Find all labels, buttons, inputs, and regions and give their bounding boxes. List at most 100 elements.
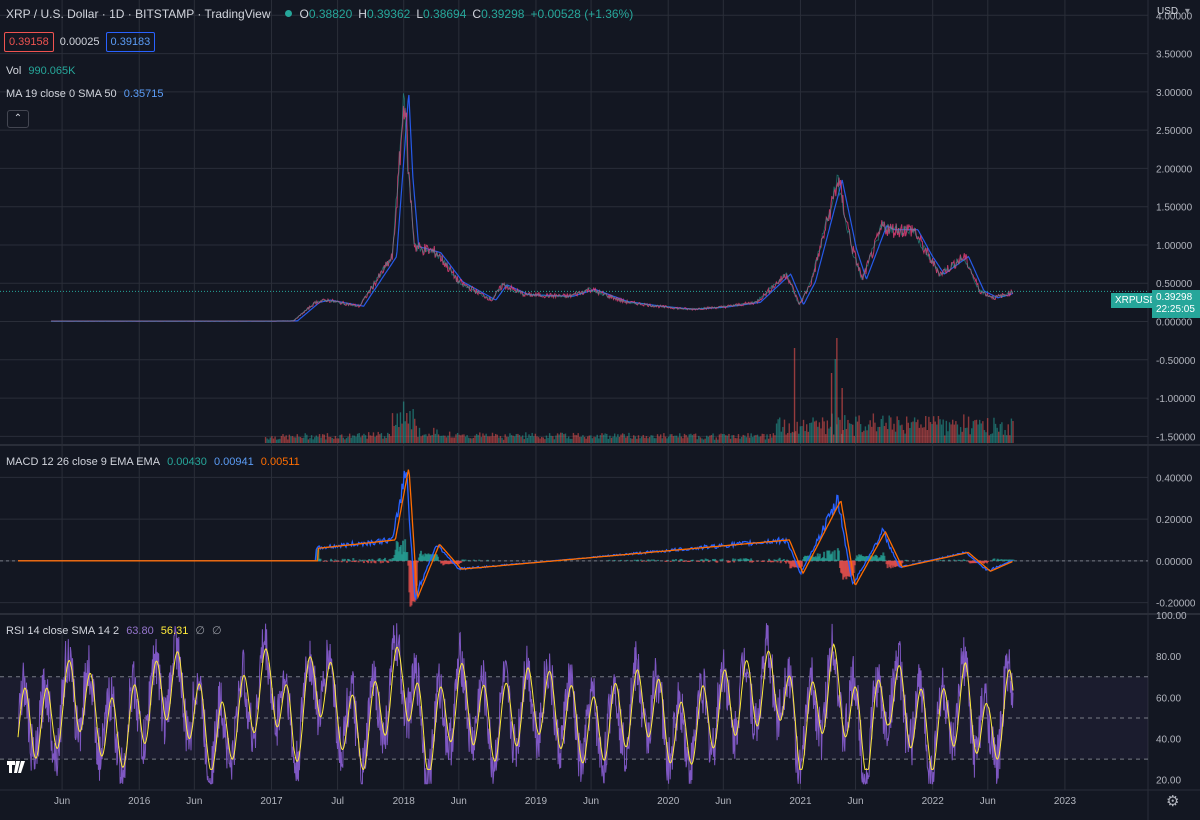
macd-histogram-bar (905, 559, 908, 561)
volume-bar (675, 435, 678, 443)
volume-bar (864, 426, 867, 443)
volume-legend[interactable]: Vol 990.065K (6, 64, 79, 78)
volume-bar (699, 437, 702, 443)
price-series-line[interactable] (51, 105, 1014, 322)
rsi-tick-label: 60.00 (1156, 693, 1181, 704)
volume-bar (658, 436, 660, 443)
volume-bar (956, 424, 959, 443)
macd-histogram-bar (987, 560, 990, 562)
sell-button[interactable]: 0.39158 (4, 32, 54, 52)
tradingview-logo-icon[interactable] (6, 758, 28, 776)
macd-histogram-bar (436, 556, 439, 561)
volume-bar (782, 426, 784, 443)
volume-bar (479, 432, 481, 443)
volume-bar (377, 431, 379, 443)
macd-histogram-bar (361, 559, 364, 561)
volume-bar (771, 437, 773, 443)
volume-bar (482, 433, 484, 443)
volume-bar (452, 437, 454, 443)
currency-label[interactable]: USD ▾ (1157, 5, 1194, 19)
rsi-label: RSI 14 close SMA 14 2 (6, 625, 120, 637)
volume-bar (544, 439, 546, 443)
volume-bar (471, 438, 473, 443)
price-tick-label: 3.50000 (1156, 50, 1193, 61)
ma-legend[interactable]: MA 19 close 0 SMA 50 0.35715 (6, 87, 168, 101)
volume-bar (963, 414, 965, 443)
volume-bar (533, 436, 535, 443)
volume-bar (931, 424, 933, 443)
volume-bar (360, 437, 362, 443)
macd-histogram-bar (772, 560, 775, 563)
volume-bar (596, 434, 598, 443)
time-tick-label: 2022 (922, 796, 945, 807)
volume-bar (579, 436, 581, 443)
macd-histogram-bar (947, 559, 950, 561)
volume-bar (890, 417, 892, 443)
volume-bar (693, 434, 695, 443)
volume-bar (350, 437, 352, 443)
price-tick-label: 3.00000 (1156, 88, 1193, 99)
volume-bar (564, 433, 567, 443)
macd-histogram-bar (752, 560, 755, 563)
volume-bar (448, 431, 451, 443)
volume-bar (832, 434, 835, 443)
macd-histogram-bar (674, 559, 677, 561)
time-tick-label: 2016 (128, 796, 151, 807)
volume-bar (423, 434, 425, 443)
macd-histogram-bar (939, 559, 942, 561)
volume-bar (974, 420, 976, 443)
volume-bar (820, 428, 822, 443)
macd-histogram-bar (747, 559, 750, 561)
volume-bar (304, 433, 306, 443)
volume-bar (845, 428, 848, 443)
volume-bar (591, 438, 594, 443)
volume-bar (817, 426, 819, 443)
volume-bar (945, 420, 948, 443)
symbol-title[interactable]: XRP / U.S. Dollar · 1D · BITSTAMP · Trad… (6, 7, 271, 21)
macd-histogram-bar (352, 558, 355, 561)
volume-bar (852, 424, 854, 443)
volume-bar (345, 438, 348, 443)
rsi-tick-label: 100.00 (1156, 611, 1187, 622)
settings-gear-icon[interactable]: ⚙ (1166, 792, 1179, 810)
volume-bar (953, 424, 955, 443)
volume-bar (593, 436, 595, 443)
volume-bar (594, 437, 597, 443)
volume-bar (850, 423, 852, 443)
volume-bar (801, 426, 803, 443)
macd-histogram-bar (354, 560, 357, 563)
macd-legend[interactable]: MACD 12 26 close 9 EMA EMA 0.00430 0.009… (6, 455, 304, 469)
volume-bar (764, 439, 767, 443)
macd-line[interactable] (18, 470, 1013, 602)
volume-bar (688, 434, 690, 443)
volume-bar (463, 434, 465, 443)
volume-value: 990.065K (28, 65, 76, 77)
volume-bar (364, 435, 367, 443)
macd-label: MACD 12 26 close 9 EMA EMA (6, 456, 161, 468)
chart-canvas[interactable]: Jun 2016 Jun 2017 Jul 2018 Jun 2019 Jun 2020 Jun 20… (0, 0, 1200, 820)
buy-button[interactable]: 0.39183 (105, 32, 156, 52)
volume-bar (796, 421, 798, 443)
volume-bar (696, 439, 698, 443)
volume-bar (804, 431, 806, 443)
volume-bar (434, 433, 437, 443)
volume-bar (325, 439, 327, 443)
rsi-legend[interactable]: RSI 14 close SMA 14 2 63.80 56.31 ∅ ∅ (6, 624, 226, 638)
volume-bar (553, 439, 556, 443)
volume-bar (288, 434, 291, 443)
volume-bar (401, 423, 403, 443)
volume-bar (828, 428, 830, 443)
volume-bar (404, 421, 406, 443)
volume-bar (555, 435, 557, 443)
volume-bar (867, 424, 870, 443)
volume-bar (621, 433, 624, 443)
ma-line[interactable] (51, 94, 1013, 322)
volume-bar (472, 437, 475, 443)
volume-bar (572, 432, 575, 443)
macd-signal-line[interactable] (18, 469, 1013, 600)
volume-bar (966, 427, 968, 443)
collapse-legend-button[interactable]: ⌃ (7, 110, 29, 128)
macd-histogram-bar (800, 560, 803, 567)
macd-histogram-bar (341, 558, 344, 561)
volume-bar (912, 421, 914, 443)
